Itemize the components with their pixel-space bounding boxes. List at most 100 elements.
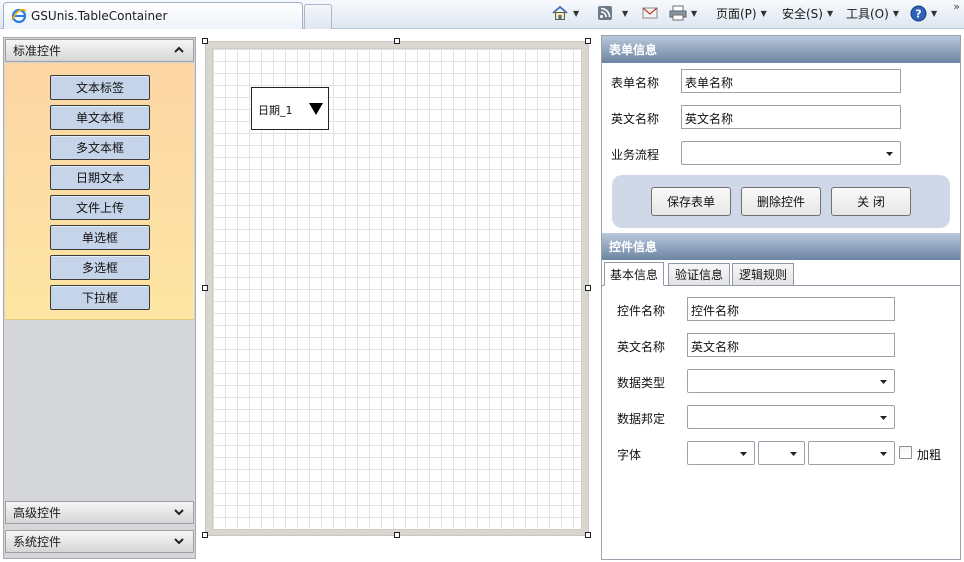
print-icon — [669, 5, 687, 21]
chevron-up-icon — [174, 46, 184, 53]
delete-control-button[interactable]: 删除控件 — [741, 187, 821, 216]
chevron-down-icon — [880, 380, 887, 384]
tool-date-text[interactable]: 日期文本 — [50, 165, 150, 190]
tool-checkbox[interactable]: 多选框 — [50, 255, 150, 280]
control-english-name-label: 英文名称 — [617, 340, 666, 354]
chevron-down-icon — [174, 509, 184, 516]
home-button[interactable]: ▼ — [551, 4, 579, 22]
chevron-down-icon: ▼ — [892, 8, 899, 18]
browser-tab[interactable]: GSUnis.TableContainer — [3, 2, 303, 29]
new-tab-button[interactable] — [304, 4, 332, 29]
bold-label: 加粗 — [917, 448, 942, 462]
tab-logic-rules[interactable]: 逻辑规则 — [732, 263, 794, 286]
control-name-label: 控件名称 — [617, 304, 666, 318]
tab-validation-info[interactable]: 验证信息 — [668, 263, 730, 286]
font-family-select[interactable] — [687, 441, 755, 465]
font-color-select[interactable] — [808, 441, 895, 465]
chevron-down-icon[interactable]: ▼ — [622, 9, 628, 18]
resize-handle[interactable] — [585, 38, 591, 44]
data-type-label: 数据类型 — [617, 376, 666, 390]
bold-checkbox[interactable] — [899, 446, 912, 459]
advanced-controls-label: 高级控件 — [13, 506, 62, 520]
svg-text:?: ? — [915, 7, 921, 20]
rss-icon — [598, 6, 612, 20]
read-mail-button[interactable] — [642, 4, 658, 22]
chevron-down-icon — [174, 538, 184, 545]
date-control-label: 日期_1 — [258, 104, 293, 117]
more-commands-button[interactable]: » — [953, 0, 960, 13]
data-type-select[interactable] — [687, 369, 895, 393]
tool-dropdown[interactable]: 下拉框 — [50, 285, 150, 310]
resize-handle[interactable] — [202, 38, 208, 44]
resize-handle[interactable] — [202, 285, 208, 291]
system-controls-header[interactable]: 系统控件 — [5, 530, 194, 553]
tool-radio[interactable]: 单选框 — [50, 225, 150, 250]
browser-toolbar: GSUnis.TableContainer ▼ ▼ ▼ 页面(P) ▼ 安全(S… — [0, 0, 964, 29]
page-menu-label: 页面(P) — [716, 6, 757, 21]
chevron-down-icon — [790, 452, 797, 456]
workflow-select[interactable] — [681, 141, 901, 165]
chevron-down-icon — [880, 416, 887, 420]
tools-menu-label: 工具(O) — [846, 6, 889, 21]
system-controls-label: 系统控件 — [13, 535, 62, 549]
resize-handle[interactable] — [585, 532, 591, 538]
data-binding-select[interactable] — [687, 405, 895, 429]
chevron-down-icon — [740, 452, 747, 456]
design-surface[interactable]: 日期_1 — [202, 38, 591, 538]
tools-menu[interactable]: 工具(O) ▼ — [846, 4, 899, 22]
standard-controls-label: 标准控件 — [13, 44, 62, 58]
chevron-down-icon: ▼ — [826, 8, 834, 18]
font-size-select[interactable] — [758, 441, 805, 465]
mail-icon — [642, 7, 658, 19]
chevron-down-icon — [886, 152, 893, 156]
canvas-frame: 日期_1 — [205, 41, 589, 536]
english-name-label: 英文名称 — [611, 112, 660, 126]
page-menu[interactable]: 页面(P) ▼ — [716, 4, 767, 22]
advanced-controls-header[interactable]: 高级控件 — [5, 501, 194, 524]
help-button[interactable]: ? ▼ — [910, 4, 937, 22]
resize-handle[interactable] — [585, 285, 591, 291]
english-name-input[interactable]: 英文名称 — [681, 105, 901, 129]
standard-controls-header[interactable]: 标准控件 — [5, 39, 194, 62]
tool-text-label[interactable]: 文本标签 — [50, 75, 150, 100]
resize-handle[interactable] — [394, 532, 400, 538]
tab-basic-info[interactable]: 基本信息 — [604, 262, 664, 286]
browser-tab-title: GSUnis.TableContainer — [31, 9, 168, 23]
safety-menu[interactable]: 安全(S) ▼ — [782, 4, 833, 22]
chevron-down-icon[interactable]: ▼ — [573, 9, 579, 18]
tool-single-textbox[interactable]: 单文本框 — [50, 105, 150, 130]
grid-canvas[interactable]: 日期_1 — [212, 48, 582, 530]
form-info-header: 表单信息 — [602, 36, 960, 63]
close-button[interactable]: 关 闭 — [831, 187, 911, 216]
workflow-label: 业务流程 — [611, 148, 660, 162]
chevron-down-icon[interactable]: ▼ — [691, 9, 697, 18]
safety-menu-label: 安全(S) — [782, 6, 823, 21]
control-info-tabs: 基本信息 验证信息 逻辑规则 — [602, 261, 960, 286]
print-button[interactable]: ▼ — [669, 4, 697, 22]
home-icon — [552, 5, 568, 20]
chevron-down-icon[interactable]: ▼ — [931, 9, 937, 18]
ie-icon — [11, 8, 27, 24]
chevron-down-icon — [880, 452, 887, 456]
date-control[interactable]: 日期_1 — [251, 87, 329, 130]
tool-file-upload[interactable]: 文件上传 — [50, 195, 150, 220]
properties-panel: 表单信息 表单名称 表单名称 英文名称 英文名称 业务流程 保存表单 删除控件 … — [601, 35, 961, 560]
chevron-down-icon: ▼ — [760, 8, 767, 18]
resize-handle[interactable] — [202, 532, 208, 538]
feeds-button[interactable]: ▼ — [597, 4, 628, 22]
font-label: 字体 — [617, 448, 642, 462]
form-name-input[interactable]: 表单名称 — [681, 69, 901, 93]
help-icon: ? — [910, 5, 927, 21]
data-binding-label: 数据邦定 — [617, 412, 666, 426]
tool-multi-textbox[interactable]: 多文本框 — [50, 135, 150, 160]
control-english-name-input[interactable]: 英文名称 — [687, 333, 895, 357]
dropdown-arrow-icon — [309, 103, 323, 115]
form-actions: 保存表单 删除控件 关 闭 — [612, 175, 950, 228]
standard-controls-list: 文本标签 单文本框 多文本框 日期文本 文件上传 单选框 多选框 下拉框 — [5, 63, 194, 320]
toolbox-panel: 标准控件 文本标签 单文本框 多文本框 日期文本 文件上传 单选框 多选框 下拉… — [3, 37, 196, 559]
resize-handle[interactable] — [394, 38, 400, 44]
control-info-header: 控件信息 — [602, 233, 960, 260]
form-name-label: 表单名称 — [611, 76, 660, 90]
save-form-button[interactable]: 保存表单 — [651, 187, 731, 216]
control-name-input[interactable]: 控件名称 — [687, 297, 895, 321]
